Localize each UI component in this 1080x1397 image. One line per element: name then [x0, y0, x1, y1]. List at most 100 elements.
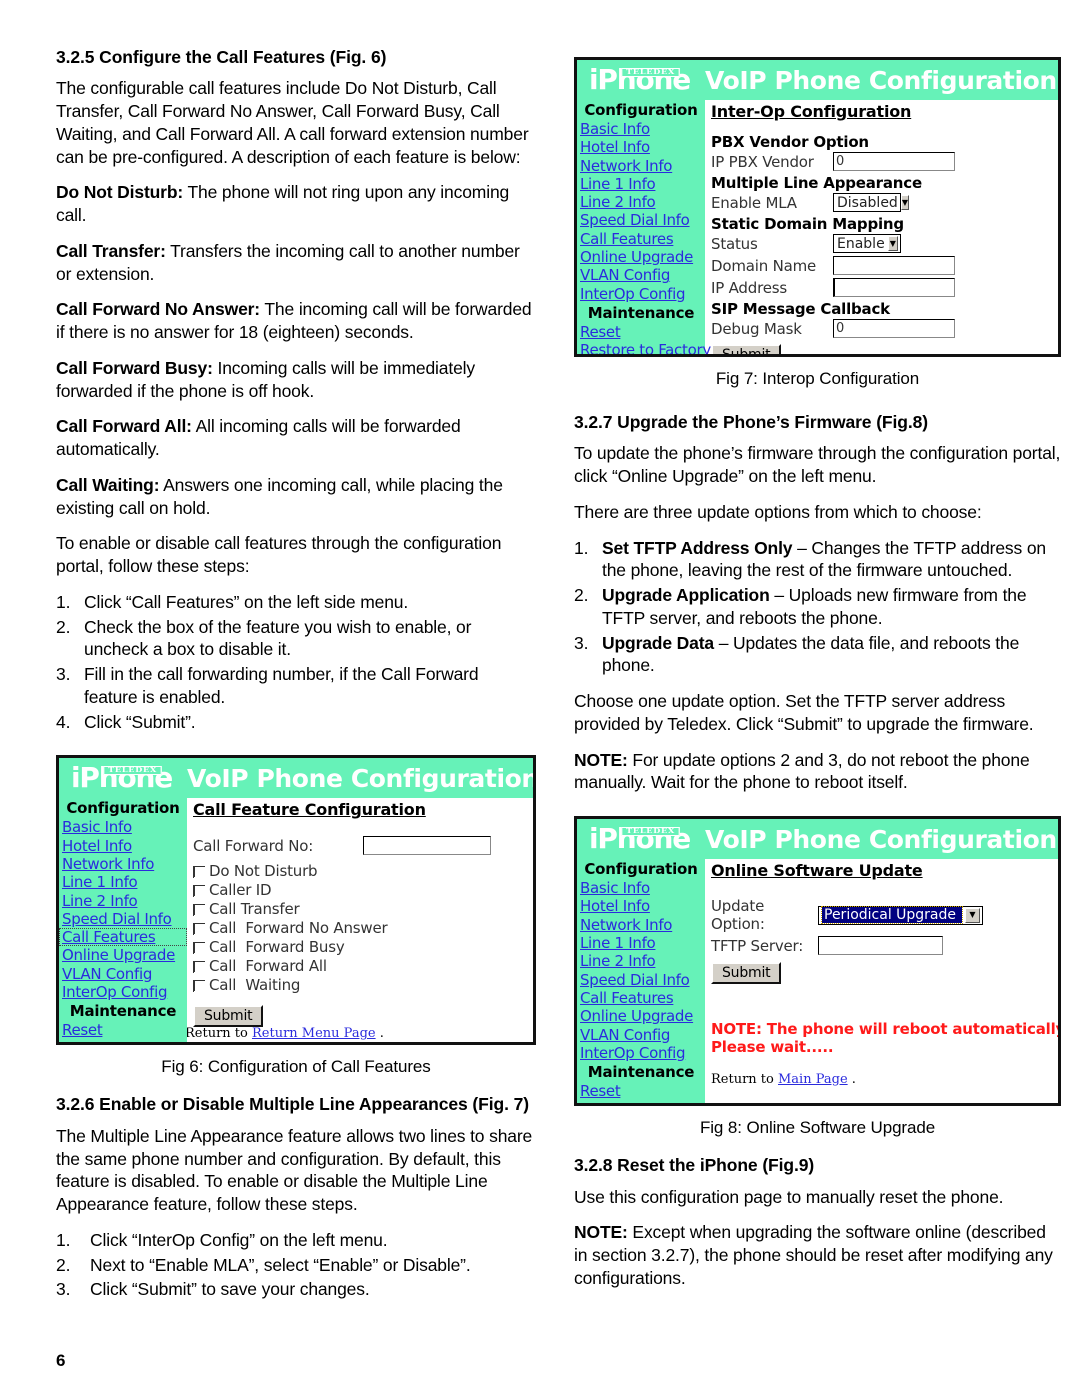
enable-mla-value: Disabled: [837, 194, 898, 211]
section-heading-325: 3.2.5 Configure the Call Features (Fig. …: [56, 47, 387, 67]
chevron-down-icon[interactable]: ▼: [900, 195, 909, 210]
sidebar-item-basic-info[interactable]: Basic Info: [577, 120, 705, 138]
call-forward-no-label: Call Forward No:: [193, 836, 314, 855]
portal-sidebar: Configuration Basic Info Hotel Info Netw…: [577, 100, 711, 354]
sidebar-item-line-1-info[interactable]: Line 1 Info: [577, 175, 705, 193]
sidebar-item-line-2-info[interactable]: Line 2 Info: [577, 952, 705, 970]
sidebar-item-line-1-info[interactable]: Line 1 Info: [577, 934, 705, 952]
tftp-server-input[interactable]: [818, 936, 943, 956]
checkbox-icon[interactable]: [193, 941, 205, 954]
sidebar-item-hotel-info[interactable]: Hotel Info: [59, 837, 187, 855]
ip-address-input[interactable]: [833, 278, 955, 297]
section-325-intro: The configurable call features include D…: [56, 78, 529, 167]
teledex-tag: TELEDEX: [621, 68, 681, 77]
chevron-down-icon[interactable]: ▼: [965, 907, 980, 923]
sidebar-item-interop-config[interactable]: InterOp Config: [59, 983, 187, 1001]
sidebar-item-basic-info[interactable]: Basic Info: [577, 879, 705, 897]
portal-title: VoIP Phone Configuration Portal: [705, 824, 1058, 854]
call-forward-no-input[interactable]: [363, 836, 491, 856]
status-label: Status: [711, 234, 758, 253]
sidebar-item-speed-dial-info[interactable]: Speed Dial Info: [59, 910, 187, 928]
section-328-p1: Use this configuration page to manually …: [574, 1186, 1004, 1207]
sidebar-item-restore-to-factory[interactable]: Restore to Factory: [577, 341, 711, 354]
sidebar-item-hotel-info[interactable]: Hotel Info: [577, 897, 705, 915]
checkbox-row-call-forward-busy[interactable]: Call Forward Busy: [193, 938, 533, 956]
sidebar-item-reset[interactable]: Reset: [577, 323, 705, 341]
sidebar-item-basic-info[interactable]: Basic Info: [59, 818, 187, 836]
group-heading-pbx-vendor-option: PBX Vendor Option: [711, 133, 869, 151]
list-number: 2.: [56, 1254, 71, 1275]
section-327-p2: There are three update options from whic…: [574, 501, 982, 522]
checkbox-row-call-forward-no-answer[interactable]: Call Forward No Answer: [193, 919, 533, 937]
checkbox-icon[interactable]: [193, 865, 205, 878]
section-327-options: 1. Set TFTP Address Only – Changes the TF…: [574, 537, 1061, 678]
iphone-logo: iPhone TELEDEX: [59, 764, 187, 792]
submit-button[interactable]: Submit: [711, 962, 782, 985]
return-menu-page-link[interactable]: Return Menu Page: [252, 1026, 376, 1041]
sidebar-item-network-info[interactable]: Network Info: [577, 157, 705, 175]
sidebar-item-network-info[interactable]: Network Info: [577, 916, 705, 934]
sidebar-item-online-upgrade[interactable]: Online Upgrade: [59, 946, 187, 964]
portal-sidebar: Configuration Basic Info Hotel Info Netw…: [59, 798, 193, 1043]
sidebar-item-speed-dial-info[interactable]: Speed Dial Info: [577, 971, 705, 989]
checkbox-icon[interactable]: [193, 979, 205, 992]
sidebar-item-network-info[interactable]: Network Info: [59, 855, 187, 873]
sidebar-item-reset[interactable]: Reset: [59, 1021, 187, 1039]
checkbox-row-caller-id[interactable]: Caller ID: [193, 881, 533, 899]
update-option-select[interactable]: Periodical Upgrade ▼: [818, 905, 983, 925]
status-select[interactable]: Enable ▼: [833, 234, 901, 253]
row-enable-mla: Enable MLA Disabled ▼: [711, 193, 1058, 212]
checkbox-label: Do Not Disturb: [209, 862, 318, 881]
row-debug-mask: Debug Mask 0: [711, 319, 1058, 338]
submit-button[interactable]: Submit: [711, 344, 782, 354]
tftp-server-label: TFTP Server:: [711, 936, 804, 955]
feature-call-transfer: Call Transfer: Transfers the incoming ca…: [56, 240, 536, 286]
sidebar-item-interop-config[interactable]: InterOp Config: [577, 285, 705, 303]
sidebar-item-line-2-info[interactable]: Line 2 Info: [59, 892, 187, 910]
sidebar-item-hotel-info[interactable]: Hotel Info: [577, 138, 705, 156]
sidebar-item-restore-to-factory[interactable]: Restore to Factory: [577, 1100, 711, 1103]
ip-address-label: IP Address: [711, 278, 787, 297]
document-page: 3.2.5 Configure the Call Features (Fig. …: [0, 0, 1080, 1397]
checkbox-row-call-forward-all[interactable]: Call Forward All: [193, 957, 533, 975]
checkbox-icon[interactable]: [193, 922, 205, 935]
list-text: Upgrade Data – Updates the data file, an…: [602, 632, 1061, 678]
sidebar-item-restore-to-factory[interactable]: Restore to Factory: [59, 1040, 193, 1043]
return-prefix: Return to: [185, 1026, 252, 1042]
checkbox-row-call-waiting[interactable]: Call Waiting: [193, 976, 533, 994]
iphone-logo: iPhone TELEDEX: [577, 825, 705, 853]
section-327-p3: Choose one update option. Set the TFTP s…: [574, 691, 1034, 734]
sidebar-item-vlan-config[interactable]: VLAN Config: [59, 965, 187, 983]
sidebar-item-vlan-config[interactable]: VLAN Config: [577, 1026, 705, 1044]
sidebar-item-call-features[interactable]: Call Features: [577, 230, 705, 248]
sidebar-item-call-features[interactable]: Call Features: [59, 928, 187, 947]
ip-pbx-vendor-input[interactable]: 0: [833, 152, 955, 171]
sidebar-item-line-1-info[interactable]: Line 1 Info: [59, 873, 187, 891]
sidebar-item-line-2-info[interactable]: Line 2 Info: [577, 193, 705, 211]
debug-mask-input[interactable]: 0: [833, 319, 955, 338]
checkbox-icon[interactable]: [193, 960, 205, 973]
enable-mla-select[interactable]: Disabled ▼: [833, 193, 909, 212]
fig7-content: Inter-Op Configuration PBX Vendor Option…: [705, 100, 1058, 354]
sidebar-item-speed-dial-info[interactable]: Speed Dial Info: [577, 211, 705, 229]
sidebar-item-vlan-config[interactable]: VLAN Config: [577, 266, 705, 284]
checkbox-icon[interactable]: [193, 903, 205, 916]
checkbox-row-call-transfer[interactable]: Call Transfer: [193, 900, 533, 918]
section-326-intro: The Multiple Line Appearance feature all…: [56, 1125, 533, 1215]
main-page-link[interactable]: Main Page: [778, 1072, 848, 1087]
call-forward-no-row: Call Forward No:: [193, 836, 533, 856]
sidebar-item-online-upgrade[interactable]: Online Upgrade: [577, 1007, 705, 1025]
sidebar-item-interop-config[interactable]: InterOp Config: [577, 1044, 705, 1062]
figure-8-caption: Fig 8: Online Software Upgrade: [699, 1118, 936, 1138]
list-text: Click “Call Features” on the left side m…: [84, 591, 409, 612]
list-number: 4.: [56, 711, 71, 732]
feature-term: Call Forward All:: [56, 416, 192, 437]
submit-button[interactable]: Submit: [193, 1005, 264, 1028]
sidebar-item-reset[interactable]: Reset: [577, 1082, 705, 1100]
checkbox-icon[interactable]: [193, 884, 205, 897]
domain-name-input[interactable]: [833, 256, 955, 275]
chevron-down-icon[interactable]: ▼: [887, 236, 898, 251]
checkbox-row-do-not-disturb[interactable]: Do Not Disturb: [193, 862, 533, 880]
sidebar-item-online-upgrade[interactable]: Online Upgrade: [577, 248, 705, 266]
sidebar-item-call-features[interactable]: Call Features: [577, 989, 705, 1007]
